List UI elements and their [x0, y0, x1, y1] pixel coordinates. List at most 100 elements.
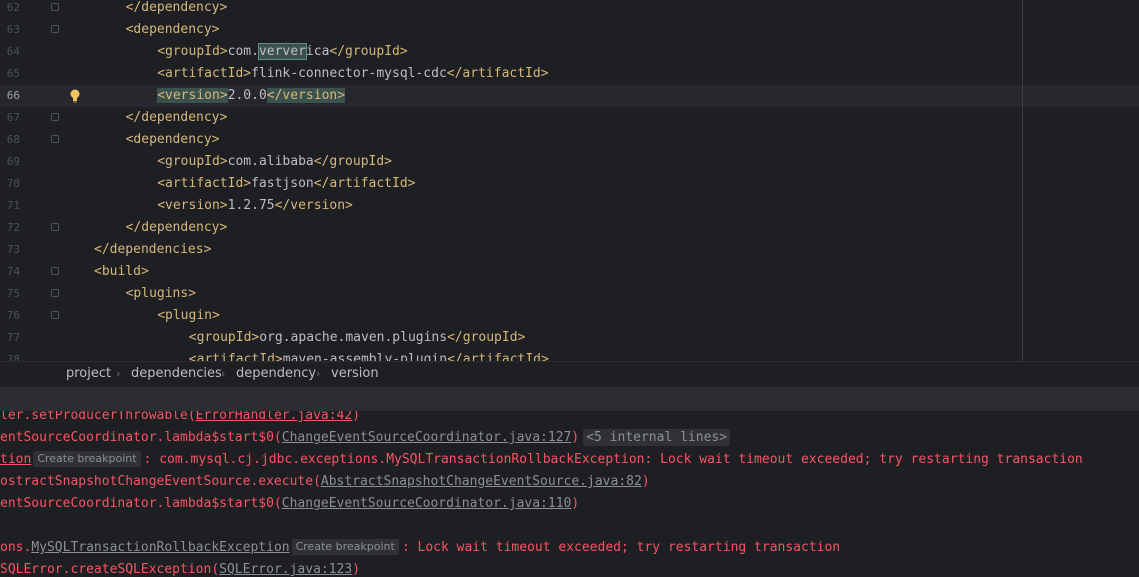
code-text[interactable]: <groupId>org.apache.maven.plugins</group… — [189, 327, 526, 349]
code-text[interactable]: <plugin> — [157, 305, 220, 327]
source-link[interactable]: AbstractSnapshotChangeEventSource.java:8… — [321, 474, 642, 489]
xml-tag: <groupId> — [157, 154, 228, 169]
xml-tag: </dependency> — [125, 220, 228, 235]
xml-tag: <version> — [157, 198, 228, 213]
line-number[interactable]: 77 — [0, 327, 20, 349]
code-text[interactable]: <artifactId>fastjson</artifactId> — [157, 173, 415, 195]
line-number[interactable]: 64 — [0, 41, 20, 63]
xml-text: fastjson — [251, 176, 314, 191]
line-number[interactable]: 66 — [0, 85, 20, 107]
console-line: entSourceCoordinator.lambda$start$0(Chan… — [0, 427, 731, 449]
code-text[interactable]: </dependency> — [126, 107, 228, 129]
fold-marker-icon[interactable] — [51, 267, 59, 275]
code-text[interactable]: <dependency> — [126, 19, 220, 41]
line-number[interactable]: 75 — [0, 283, 20, 305]
internal-lines-badge[interactable]: <5 internal lines> — [583, 429, 731, 446]
code-line[interactable]: 73 </dependencies> — [0, 239, 1139, 261]
code-line[interactable]: 62 </dependency> — [0, 0, 1139, 19]
exception-link[interactable]: tion — [0, 452, 31, 467]
code-line[interactable]: 64 <groupId>com.ververica</groupId> — [0, 41, 1139, 63]
fold-marker-icon[interactable] — [51, 311, 59, 319]
code-text[interactable]: <artifactId>flink-connector-mysql-cdc</a… — [157, 63, 548, 85]
code-line[interactable]: 66 <version>2.0.0</version> — [0, 85, 1139, 107]
highlighted-word: verver — [257, 43, 307, 60]
code-line[interactable]: 70 <artifactId>fastjson</artifactId> — [0, 173, 1139, 195]
console-text: SQLError.createSQLException( — [0, 562, 220, 577]
line-number[interactable]: 71 — [0, 195, 20, 217]
line-number[interactable]: 78 — [0, 349, 20, 361]
console-output[interactable]: ler.setProducerThrowable(ErrorHandler.ja… — [0, 411, 1139, 577]
code-line[interactable]: 72 </dependency> — [0, 217, 1139, 239]
code-line[interactable]: 71 <version>1.2.75</version> — [0, 195, 1139, 217]
code-editor[interactable]: 62 </dependency> 63 <dependency> 64 <groupId>… — [0, 0, 1139, 361]
code-line[interactable]: 78 <artifactId>maven-assembly-plugin</art… — [0, 349, 1139, 361]
code-text[interactable]: <artifactId>maven-assembly-plugin</artif… — [189, 349, 549, 361]
line-number[interactable]: 69 — [0, 151, 20, 173]
code-line[interactable]: 68 <dependency> — [0, 129, 1139, 151]
line-number[interactable]: 72 — [0, 217, 20, 239]
breadcrumb-project[interactable]: project — [66, 362, 111, 386]
source-link[interactable]: SQLError.java:123 — [219, 562, 352, 577]
code-line[interactable]: 76 <plugin> — [0, 305, 1139, 327]
code-line[interactable]: 77 <groupId>org.apache.maven.plugins</gro… — [0, 327, 1139, 349]
code-text[interactable]: <groupId>com.ververica</groupId> — [157, 41, 408, 63]
code-text[interactable]: <groupId>com.alibaba</groupId> — [157, 151, 392, 173]
line-number[interactable]: 67 — [0, 107, 20, 129]
source-link[interactable]: ChangeEventSourceCoordinator.java:110 — [282, 496, 572, 511]
code-text[interactable]: <version>1.2.75</version> — [157, 195, 353, 217]
create-breakpoint-button[interactable]: Create breakpoint — [291, 539, 399, 555]
code-line[interactable]: 75 <plugins> — [0, 283, 1139, 305]
xml-tag: <dependency> — [125, 22, 220, 37]
console-text: ler.setProducerThrowable( — [0, 411, 196, 423]
xml-tag: <version> — [157, 88, 228, 103]
console-text: ons. — [0, 540, 32, 555]
console-text: entSourceCoordinator.lambda$start$0( — [0, 496, 282, 511]
xml-tag: </dependencies> — [94, 242, 212, 257]
xml-tag: </groupId> — [313, 154, 393, 169]
console-line: tion Create breakpoint: com.mysql.cj.jdbc… — [0, 449, 1083, 471]
code-text[interactable]: </dependency> — [126, 0, 228, 19]
console-text: ) — [352, 562, 361, 577]
line-number[interactable]: 68 — [0, 129, 20, 151]
create-breakpoint-button[interactable]: Create breakpoint — [33, 451, 141, 467]
line-number[interactable]: 73 — [0, 239, 20, 261]
line-number[interactable]: 76 — [0, 305, 20, 327]
line-number[interactable]: 63 — [0, 19, 20, 41]
breadcrumb-dependency[interactable]: dependency — [236, 362, 316, 386]
fold-marker-icon[interactable] — [51, 135, 59, 143]
code-text[interactable]: <dependency> — [126, 129, 220, 151]
source-link[interactable]: ChangeEventSourceCoordinator.java:127 — [282, 430, 572, 445]
fold-marker-icon[interactable] — [51, 289, 59, 297]
breadcrumb-dependencies[interactable]: dependencies — [131, 362, 222, 386]
xml-tag: <groupId> — [188, 330, 260, 345]
fold-marker-icon[interactable] — [51, 113, 59, 121]
line-number[interactable]: 74 — [0, 261, 20, 283]
code-text[interactable]: <build> — [94, 261, 149, 283]
console-text: entSourceCoordinator.lambda$start$0( — [0, 430, 282, 445]
xml-tag: <plugin> — [157, 308, 220, 323]
xml-text: ica — [305, 44, 330, 59]
panel-divider[interactable] — [0, 387, 1139, 411]
breadcrumb-version[interactable]: version — [331, 362, 379, 386]
xml-tag: <plugins> — [125, 286, 197, 301]
line-number[interactable]: 70 — [0, 173, 20, 195]
console-line: ostractSnapshotChangeEventSource.execute… — [0, 471, 650, 493]
code-text[interactable]: <version>2.0.0</version> — [157, 85, 346, 107]
line-number[interactable]: 62 — [0, 0, 20, 19]
console-line: entSourceCoordinator.lambda$start$0(Chan… — [0, 493, 579, 515]
code-line[interactable]: 69 <groupId>com.alibaba</groupId> — [0, 151, 1139, 173]
code-text[interactable]: </dependencies> — [94, 239, 211, 261]
code-line[interactable]: 67 </dependency> — [0, 107, 1139, 129]
code-line[interactable]: 63 <dependency> — [0, 19, 1139, 41]
code-line[interactable]: 65 <artifactId>flink-connector-mysql-cdc<… — [0, 63, 1139, 85]
line-number[interactable]: 65 — [0, 63, 20, 85]
code-line[interactable]: 74 <build> — [0, 261, 1139, 283]
fold-marker-icon[interactable] — [51, 25, 59, 33]
code-text[interactable]: </dependency> — [126, 217, 228, 239]
exception-link[interactable]: MySQLTransactionRollbackException — [31, 540, 289, 555]
fold-marker-icon[interactable] — [51, 223, 59, 231]
fold-marker-icon[interactable] — [51, 3, 59, 11]
source-link[interactable]: ErrorHandler.java:42 — [196, 411, 353, 423]
code-text[interactable]: <plugins> — [126, 283, 196, 305]
lightbulb-icon[interactable] — [69, 88, 81, 104]
